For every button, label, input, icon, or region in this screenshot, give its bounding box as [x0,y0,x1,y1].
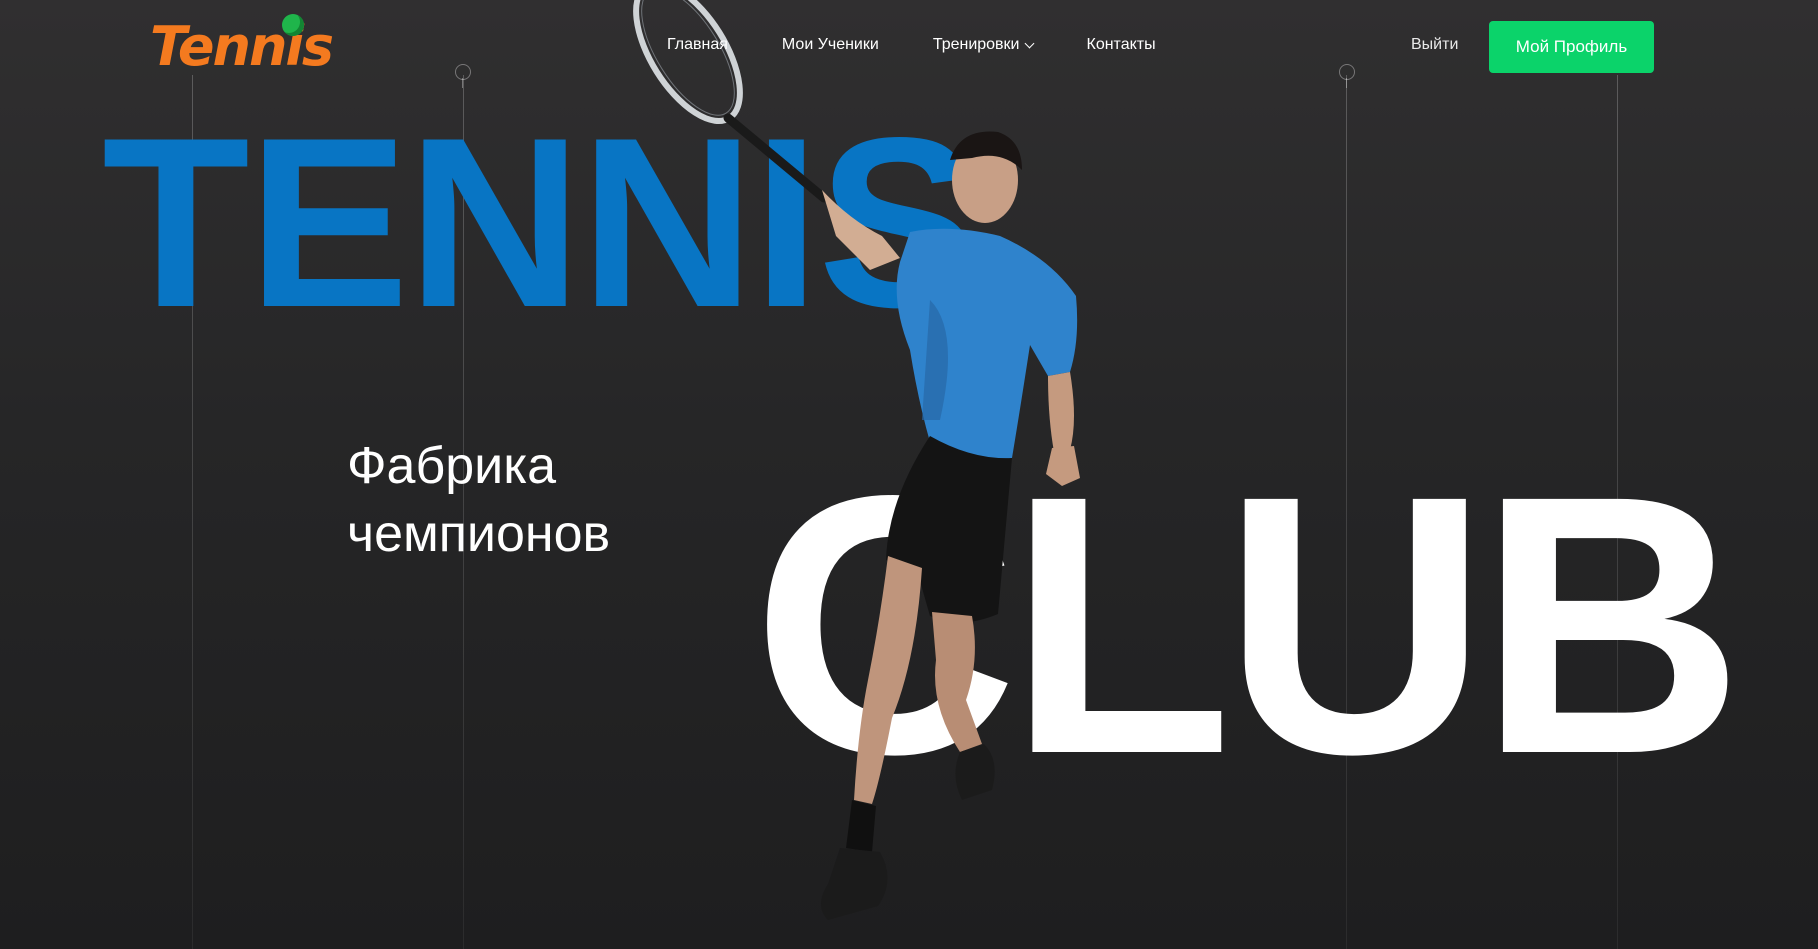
nav-item-home[interactable]: Главная [667,36,728,54]
nav-item-students[interactable]: Мои Ученики [782,36,879,54]
tennis-ball-icon [282,14,304,36]
nav-item-label: Контакты [1086,36,1156,53]
site-header: Tennis Главная Мои Ученики Тренировки Ко… [0,0,1818,95]
main-nav: Главная Мои Ученики Тренировки Контакты [667,36,1210,54]
logo[interactable]: Tennis [150,12,334,80]
my-profile-button[interactable]: Мой Профиль [1489,21,1654,73]
nav-item-label: Тренировки [932,36,1020,53]
slogan-line-1: Фабрика [347,437,557,495]
nav-item-trainings[interactable]: Тренировки [932,36,1034,54]
slogan-line-2: чемпионов [347,505,611,563]
nav-item-label: Главная [667,36,728,53]
chevron-down-icon [1024,38,1034,48]
logo-text: Tennis [150,15,334,78]
logout-link[interactable]: Выйти [1411,36,1458,54]
hero-slogan: Фабрика чемпионов [347,432,610,568]
nav-item-contacts[interactable]: Контакты [1087,36,1156,54]
nav-item-label: Мои Ученики [781,36,879,53]
tennis-player-image [633,0,1080,920]
